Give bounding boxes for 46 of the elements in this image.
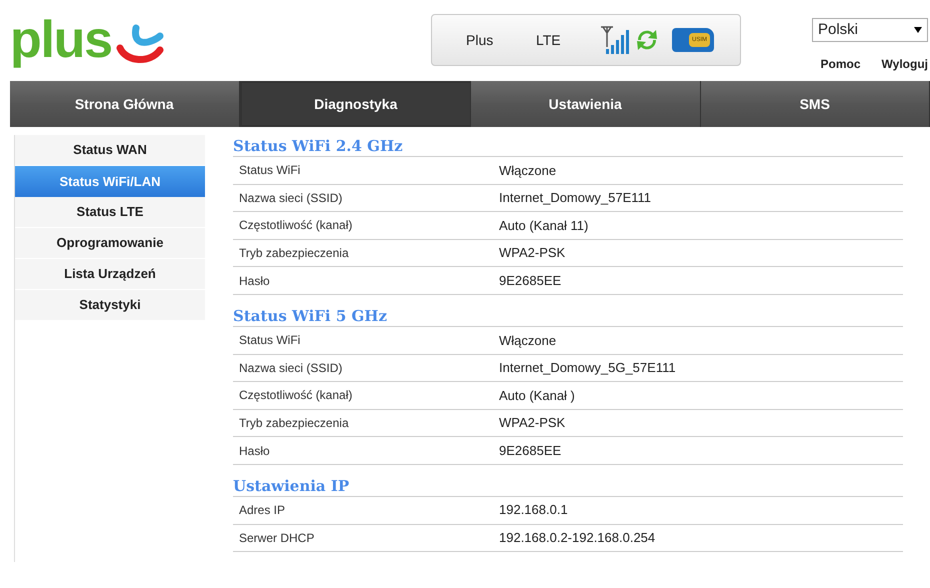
language-select[interactable]: Polski [812,18,928,42]
row-value: WPA2-PSK [499,414,566,432]
sidebar-item[interactable]: Lista Urządzeń [15,259,205,290]
network-type: LTE [536,30,562,50]
row-label: Tryb zabezpieczenia [238,415,350,432]
row-label: Status WiFi [238,332,302,350]
row-label: Hasło [238,272,271,290]
nav-tab[interactable]: Diagnostyka [240,81,471,127]
sidebar-item[interactable]: Status WiFi/LAN [15,166,205,197]
row-label: Nazwa sieci (SSID) [238,190,344,207]
section-title: Status WiFi 5 GHz [233,306,388,326]
row-value: 9E2685EE [499,272,562,290]
row-label: Status WiFi [238,162,302,180]
nav-tab[interactable]: Ustawienia [471,81,700,127]
row-value: Internet_Domowy_5G_57E111 [499,359,676,378]
row-value: 9E2685EE [499,442,562,460]
header-link[interactable]: Pomoc [820,55,861,73]
sidebar-item[interactable]: Status LTE [15,197,205,228]
logo-text: plus [10,14,112,66]
row-label: Serwer DHCP [238,530,316,547]
row-value: Włączone [499,332,556,350]
row-value: Internet_Domowy_57E111 [499,189,652,208]
nav-tab[interactable]: Strona Główna [10,81,240,127]
row-value: 192.168.0.2-192.168.0.254 [499,529,656,548]
dropdown-icon [914,27,922,33]
header-link[interactable]: Wyloguj [882,55,928,73]
row-label: Częstotliwość (kanał) [238,387,354,404]
row-label: Nazwa sieci (SSID) [238,360,344,377]
logo-icon [116,24,164,64]
nav-tab[interactable]: SMS [700,81,930,127]
section-title: Status WiFi 2.4 GHz [233,136,404,156]
row-value: Auto (Kanał 11) [499,216,588,235]
signal-icon [600,25,630,55]
sidebar-item[interactable]: Status WAN [15,135,205,166]
row-value: Włączone [499,162,556,180]
sidebar-item[interactable]: Oprogramowanie [15,228,205,259]
row-label: Tryb zabezpieczenia [238,245,350,262]
section-title: Ustawienia IP [233,476,350,496]
row-value: WPA2-PSK [499,244,566,262]
row-label: Częstotliwość (kanał) [238,217,354,234]
row-value: 192.168.0.1 [499,501,568,520]
row-label: Hasło [238,442,271,460]
row-value: Auto (Kanał ) [499,386,575,405]
row-label: Adres IP [238,502,286,520]
sidebar-item[interactable]: Statystyki [15,290,205,321]
operator-name: Plus [466,30,494,50]
